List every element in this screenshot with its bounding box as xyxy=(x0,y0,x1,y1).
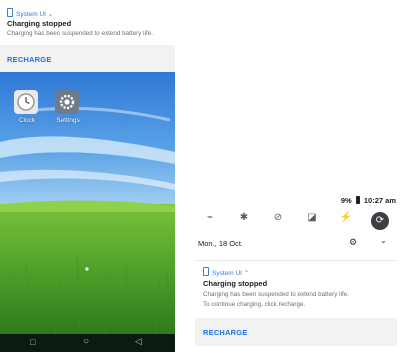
flashlight-off-icon[interactable]: ⚡ xyxy=(337,212,355,223)
notification-action-bar: RECHARGE xyxy=(0,45,175,72)
notification-action-bar: RECHARGE xyxy=(195,318,397,346)
notification-app-row: System UI ⌃ xyxy=(203,267,249,277)
notification-body-line1: Charging has been suspended to extend ba… xyxy=(203,291,349,298)
dnd-icon[interactable]: ⊘ xyxy=(269,212,287,223)
status-bar: 9% 10:27 am xyxy=(341,196,396,205)
mobile-data-off-icon[interactable]: ◪ xyxy=(303,212,321,223)
quick-settings-row: ⌁ ✱ ⊘ ◪ ⚡ ⟳ xyxy=(201,212,397,230)
auto-rotate-icon[interactable]: ⟳ xyxy=(371,212,389,230)
back-button[interactable]: ◁ xyxy=(135,336,142,347)
settings-gear-icon[interactable]: ⚙ xyxy=(349,237,357,248)
left-phone-screen: System UI ⌄ Charging stopped Charging ha… xyxy=(0,0,175,352)
recharge-button[interactable]: RECHARGE xyxy=(7,55,52,64)
notification-title: Charging stopped xyxy=(7,19,72,28)
home-wallpaper: Clock Settings xyxy=(0,72,175,334)
notification-title: Charging stopped xyxy=(203,279,268,288)
home-button[interactable]: ○ xyxy=(83,336,89,347)
recents-button[interactable]: □ xyxy=(30,337,35,347)
date-label: Mon., 18 Oct. xyxy=(198,239,244,248)
clock-time: 10:27 am xyxy=(363,196,396,205)
clock-icon xyxy=(14,90,38,114)
chevron-up-icon[interactable]: ⌃ xyxy=(244,270,249,277)
wifi-off-icon[interactable]: ⌁ xyxy=(201,212,219,223)
navigation-bar: □ ○ ◁ xyxy=(0,334,175,352)
bluetooth-icon[interactable]: ✱ xyxy=(235,212,253,223)
gear-icon xyxy=(55,90,79,114)
app-label-clock: Clock xyxy=(18,117,36,124)
notification-body: Charging has been suspended to extend ba… xyxy=(7,30,153,37)
notification-app-name: System UI xyxy=(16,11,46,18)
recharge-button[interactable]: RECHARGE xyxy=(203,328,248,337)
app-settings[interactable]: Settings xyxy=(55,90,81,124)
page-indicator-dot xyxy=(85,267,89,271)
app-label-settings: Settings xyxy=(56,117,80,124)
app-clock[interactable]: Clock xyxy=(14,90,40,124)
battery-icon xyxy=(355,196,360,204)
battery-percent: 9% xyxy=(340,196,352,205)
battery-icon xyxy=(7,8,13,17)
chevron-down-icon[interactable]: ⌄ xyxy=(48,11,53,18)
notification-body-line2: To continue charging, click recharge. xyxy=(203,301,306,308)
notification-app-name: System UI xyxy=(212,270,242,277)
expand-chevron-icon[interactable]: ⌄ xyxy=(380,236,387,245)
notification-app-row: System UI ⌄ xyxy=(7,8,53,18)
battery-icon xyxy=(203,267,209,276)
